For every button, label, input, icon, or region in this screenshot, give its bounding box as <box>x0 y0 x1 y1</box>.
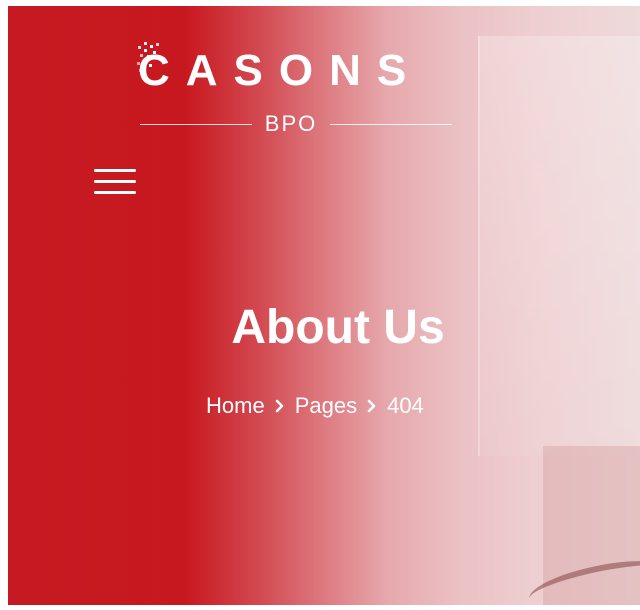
brand-subtitle: BPO <box>264 111 318 136</box>
breadcrumb-pages-link[interactable]: Pages <box>295 392 357 420</box>
logo-rule-right <box>330 124 452 125</box>
chevron-right-icon <box>271 399 289 413</box>
chevron-right-icon <box>363 399 381 413</box>
brand-name: CASONS <box>138 46 423 95</box>
menu-bar <box>94 169 136 172</box>
breadcrumb: Home Pages 404 <box>206 392 424 420</box>
menu-bar <box>94 180 136 183</box>
hamburger-menu-icon[interactable] <box>94 166 136 200</box>
logo-rule-left <box>140 124 252 125</box>
page-frame: CASONS BPO About Us Home Pages 404 <box>0 0 640 610</box>
background-photo-panel <box>478 36 640 456</box>
page-title: About Us <box>231 301 445 354</box>
brand-logo[interactable]: CASONS BPO <box>132 36 452 146</box>
menu-bar <box>94 191 136 194</box>
breadcrumb-current: 404 <box>387 393 424 418</box>
hero-banner: CASONS BPO About Us Home Pages 404 <box>8 6 640 605</box>
breadcrumb-home-link[interactable]: Home <box>206 392 265 420</box>
